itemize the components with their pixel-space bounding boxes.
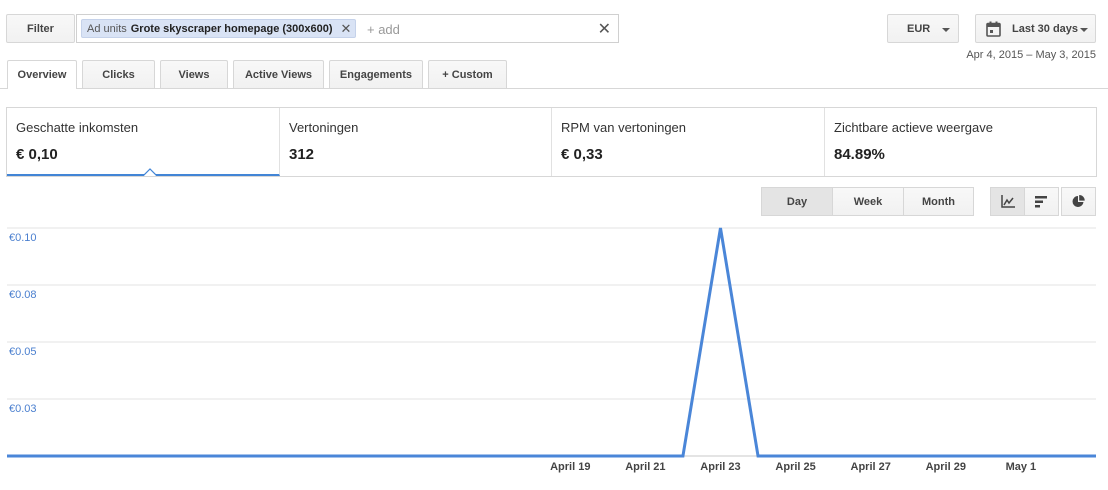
pie-chart-button[interactable] xyxy=(1061,187,1096,216)
x-tick-label: April 21 xyxy=(625,461,665,473)
x-tick-label: April 23 xyxy=(700,461,740,473)
tabs-divider xyxy=(0,88,1108,89)
chevron-down-icon xyxy=(1080,28,1088,32)
tab-custom[interactable]: + Custom xyxy=(428,60,507,88)
y-tick-label: €0.08 xyxy=(9,289,37,301)
scorecard-active-view-viewable[interactable]: Zichtbare actieve weergave 84.89% xyxy=(825,108,1096,176)
scorecard-impression-rpm[interactable]: RPM van vertoningen € 0,33 xyxy=(552,108,825,176)
y-tick-label: €0.10 xyxy=(9,232,37,244)
tab-views[interactable]: Views xyxy=(160,60,228,88)
month-toggle[interactable]: Month xyxy=(903,187,974,216)
y-tick-label: €0.05 xyxy=(9,346,37,358)
x-tick-label: April 19 xyxy=(550,461,590,473)
clear-filter-icon[interactable]: ✕ xyxy=(598,19,611,39)
selected-indicator xyxy=(143,168,157,176)
x-tick-label: May 1 xyxy=(1006,461,1037,473)
scorecard-impressions[interactable]: Vertoningen 312 xyxy=(280,108,552,176)
tab-engagements[interactable]: Engagements xyxy=(329,60,423,88)
chevron-down-icon xyxy=(942,28,950,32)
filter-chip-value: Grote skyscraper homepage (300x600) xyxy=(130,22,333,35)
scorecard-estimated-earnings[interactable]: Geschatte inkomsten € 0,10 xyxy=(7,108,280,176)
currency-label: EUR xyxy=(907,22,931,35)
pie-chart-icon xyxy=(1072,195,1085,207)
week-toggle[interactable]: Week xyxy=(832,187,904,216)
filter-input[interactable]: Ad units Grote skyscraper homepage (300x… xyxy=(76,14,619,43)
filter-chip: Ad units Grote skyscraper homepage (300x… xyxy=(81,19,357,38)
scorecards: Geschatte inkomsten € 0,10 Vertoningen 3… xyxy=(6,107,1097,177)
earnings-line-chart: €0.03 €0.05 €0.08 €0.10 April 19 April 21 Apri… xyxy=(7,227,1096,473)
date-range-label: Last 30 days xyxy=(1012,22,1079,35)
scorecard-label: Geschatte inkomsten xyxy=(16,120,139,135)
y-tick-label: €0.03 xyxy=(9,403,37,415)
tab-clicks[interactable]: Clicks xyxy=(82,60,155,88)
day-toggle[interactable]: Day xyxy=(761,187,833,216)
tab-overview[interactable]: Overview xyxy=(7,60,77,89)
filter-chip-prefix: Ad units xyxy=(87,22,127,35)
add-filter-placeholder[interactable]: + add xyxy=(367,22,400,37)
currency-dropdown[interactable]: EUR xyxy=(887,14,959,43)
date-range-dropdown[interactable]: Last 30 days xyxy=(975,14,1096,43)
calendar-icon xyxy=(986,21,1001,37)
x-tick-label: April 27 xyxy=(851,461,891,473)
scorecard-label: Zichtbare actieve weergave xyxy=(834,120,993,135)
tab-active-views[interactable]: Active Views xyxy=(233,60,324,88)
scorecard-value: 84.89% xyxy=(834,146,885,163)
date-range-text: Apr 4, 2015 – May 3, 2015 xyxy=(966,49,1096,61)
scorecard-value: € 0,10 xyxy=(16,146,58,163)
x-tick-label: April 25 xyxy=(775,461,815,473)
bar-chart-button[interactable] xyxy=(1024,187,1059,216)
line-chart-button[interactable] xyxy=(990,187,1025,216)
remove-chip-icon[interactable]: ✕ xyxy=(341,22,352,35)
scorecard-label: Vertoningen xyxy=(289,120,359,135)
bar-chart-icon xyxy=(1035,195,1047,207)
x-tick-label: April 29 xyxy=(926,461,966,473)
scorecard-value: 312 xyxy=(289,146,315,163)
line-chart-icon xyxy=(1000,195,1015,208)
scorecard-label: RPM van vertoningen xyxy=(561,120,687,135)
filter-button[interactable]: Filter xyxy=(6,14,75,43)
scorecard-value: € 0,33 xyxy=(561,146,603,163)
